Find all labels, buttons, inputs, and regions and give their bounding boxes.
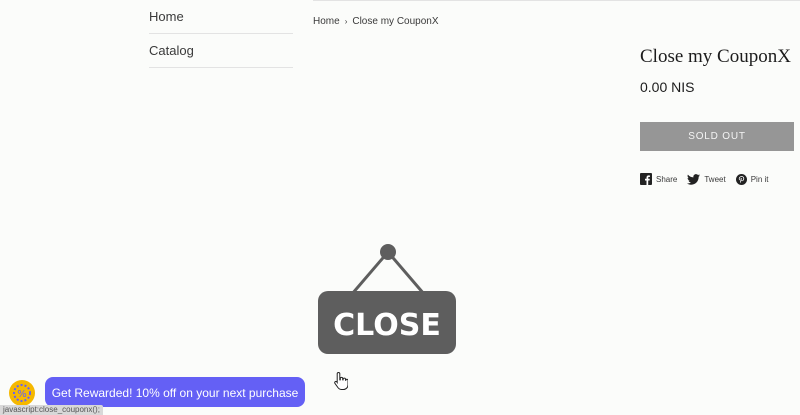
close-sign-text: CLOSE: [333, 308, 441, 343]
sidebar-item-home[interactable]: Home: [149, 0, 293, 34]
share-pinterest-link[interactable]: Pin it: [735, 173, 769, 185]
share-pinterest-label: Pin it: [750, 174, 769, 184]
breadcrumb-current: Close my CouponX: [352, 16, 439, 27]
sidebar-item-catalog[interactable]: Catalog: [149, 34, 293, 68]
status-bar-url: javascript:close_couponx();: [0, 405, 103, 415]
coupon-icon: %: [13, 384, 31, 402]
hand-cursor-icon: [334, 371, 348, 390]
product-price: 0.00 NIS: [640, 79, 695, 95]
svg-text:%: %: [17, 389, 27, 400]
breadcrumb-home-link[interactable]: Home: [313, 16, 340, 27]
share-facebook-label: Share: [656, 174, 678, 184]
sold-out-button[interactable]: SOLD OUT: [640, 122, 794, 151]
rewards-widget-button[interactable]: Get Rewarded! 10% off on your next purch…: [45, 377, 305, 407]
reward-badge-icon[interactable]: %: [9, 380, 35, 406]
product-title: Close my CouponX: [640, 46, 791, 67]
close-sign-image: CLOSE: [318, 244, 456, 354]
share-twitter-link[interactable]: Tweet: [687, 173, 726, 185]
pinterest-icon: [735, 173, 747, 185]
breadcrumb: Home › Close my CouponX: [313, 16, 439, 27]
twitter-icon: [687, 173, 701, 185]
facebook-icon: [640, 173, 652, 185]
breadcrumb-separator: ›: [344, 17, 348, 26]
share-bar: Share Tweet Pin it: [640, 173, 779, 185]
share-facebook-link[interactable]: Share: [640, 173, 677, 185]
sidebar-nav: Home Catalog: [149, 0, 293, 68]
share-twitter-label: Tweet: [704, 174, 726, 184]
top-divider: [313, 0, 800, 1]
